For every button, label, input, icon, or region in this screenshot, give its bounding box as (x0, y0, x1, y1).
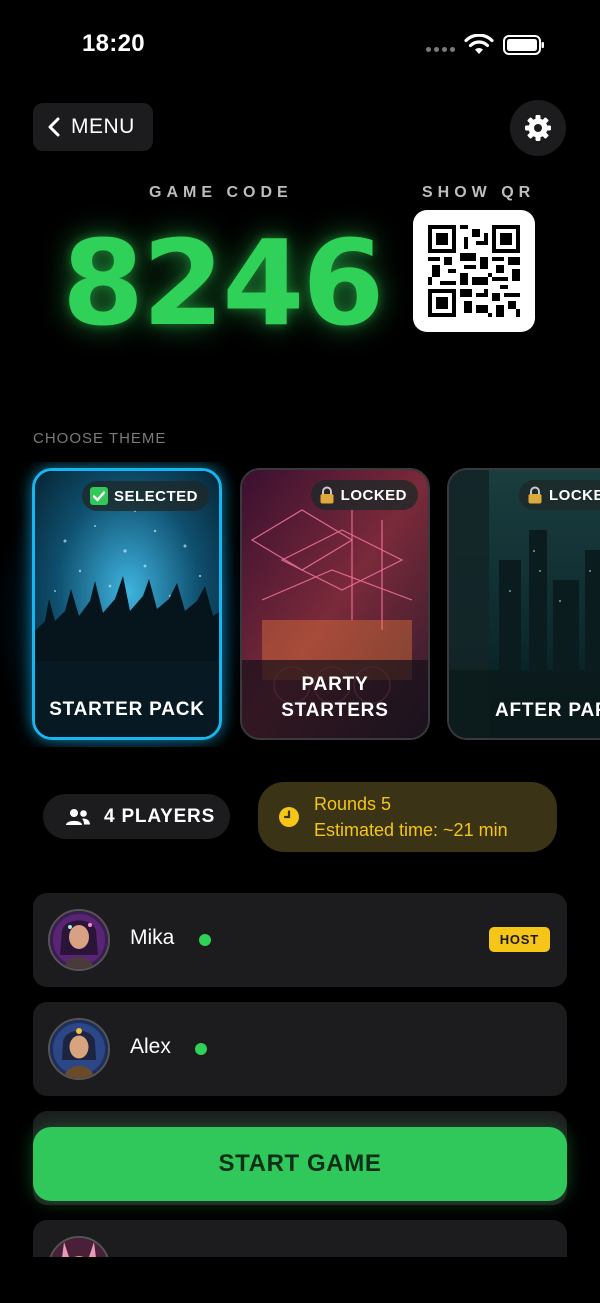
chevron-left-icon (48, 117, 60, 137)
show-qr-label: SHOW QR (422, 184, 536, 201)
menu-button[interactable]: MENU (33, 103, 153, 151)
player-name: Alex (130, 1035, 171, 1058)
theme-selected-badge: SELECTED (81, 481, 209, 511)
players-count-pill: 4 PLAYERS (43, 794, 230, 839)
check-icon (89, 487, 108, 505)
player-row: Alex (33, 1002, 567, 1096)
qr-code-icon (428, 225, 520, 317)
player-row (33, 1220, 567, 1257)
status-bar: 18:20 (0, 0, 600, 90)
avatar (48, 909, 110, 971)
theme-title-starter-pack: STARTER PACK (49, 699, 205, 720)
theme-title-party-starters: PARTY STARTERS (281, 674, 389, 721)
lock-icon (528, 486, 542, 504)
signal-dots-icon (426, 47, 455, 52)
theme-locked-badge: LOCKE (519, 480, 600, 510)
lock-icon (320, 486, 334, 504)
gear-icon (525, 115, 551, 141)
rounds-label: Rounds 5 (314, 794, 392, 814)
settings-button[interactable] (510, 100, 566, 156)
theme-card-party-starters[interactable]: LOCKED PARTY STARTERS (240, 468, 430, 740)
avatar (48, 1236, 110, 1257)
online-status-dot (195, 1043, 207, 1055)
qr-code-button[interactable] (413, 210, 535, 332)
theme-title-after-party: AFTER PART (495, 700, 600, 721)
choose-theme-heading: CHOOSE THEME (33, 430, 167, 447)
theme-card-after-party[interactable]: LOCKE AFTER PART (447, 468, 600, 740)
theme-card-starter-pack[interactable]: SELECTED STARTER PACK (32, 468, 222, 740)
users-icon (66, 808, 90, 825)
theme-locked-badge: LOCKED (310, 480, 418, 510)
game-code-value: 8246 (62, 214, 384, 352)
theme-carousel[interactable]: SELECTED STARTER PACK LOCKED PARTY START… (0, 462, 600, 747)
estimated-time-label: Estimated time: ~21 min (314, 820, 508, 840)
clock-icon (279, 807, 299, 827)
wifi-icon (464, 34, 494, 54)
battery-icon (503, 35, 544, 55)
online-status-dot (199, 934, 211, 946)
avatar (48, 1018, 110, 1080)
status-time: 18:20 (82, 30, 145, 57)
host-badge: HOST (488, 927, 550, 952)
start-game-button[interactable]: START GAME (33, 1127, 567, 1201)
rounds-info-pill: Rounds 5 Estimated time: ~21 min (258, 782, 557, 852)
game-code-label: GAME CODE (149, 184, 293, 201)
menu-label: MENU (71, 115, 135, 138)
players-count-label: 4 PLAYERS (104, 805, 216, 827)
player-row: Mika HOST (33, 893, 567, 987)
player-name: Mika (130, 926, 175, 949)
